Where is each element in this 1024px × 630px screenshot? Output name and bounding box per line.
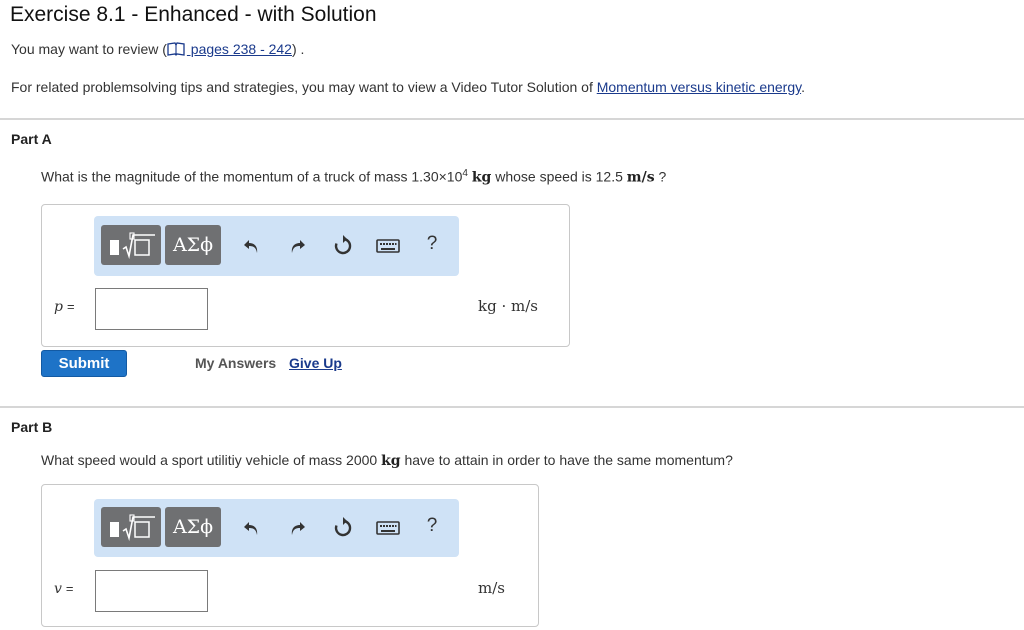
template-icon (110, 514, 155, 542)
related-line: For related problemsolving tips and stra… (11, 79, 805, 95)
divider-middle (0, 406, 1024, 408)
part-b-unit: m/s (478, 579, 505, 597)
review-line: You may want to review ( pages 238 - 242… (11, 41, 304, 57)
part-b-variable-label: v = (54, 581, 74, 597)
review-pages-link[interactable]: pages 238 - 242 (167, 41, 292, 57)
part-a-unit-kg: kg (471, 169, 492, 186)
part-b-answer-input[interactable] (95, 570, 208, 612)
review-prefix: You may want to review ( (11, 41, 167, 57)
part-b-question-text-2: have to attain in order to have the same… (400, 452, 733, 468)
part-a-templates-button[interactable] (101, 225, 161, 265)
part-a-label: Part A (11, 131, 52, 147)
part-a-unit-speed: m/s (626, 169, 655, 186)
undo-icon[interactable] (238, 232, 266, 260)
part-a-question-text: What is the magnitude of the momentum of… (41, 168, 463, 185)
part-b-variable: v (54, 581, 62, 597)
part-b-label: Part B (11, 419, 53, 435)
part-b-templates-button[interactable] (101, 507, 161, 547)
part-a-question: What is the magnitude of the momentum of… (41, 168, 666, 186)
part-a-variable-label: p = (54, 299, 75, 315)
related-suffix: . (801, 79, 805, 95)
review-suffix: ) . (291, 41, 305, 57)
part-a-help-button[interactable]: ? (422, 233, 442, 255)
keyboard-icon[interactable] (374, 232, 402, 260)
part-a-toolbar: ΑΣϕ ? (94, 216, 459, 276)
page-title: Exercise 8.1 - Enhanced - with Solution (10, 3, 377, 26)
part-a-question-text-2: whose speed is 12.5 (491, 168, 627, 185)
book-icon (167, 42, 185, 56)
give-up-link[interactable]: Give Up (289, 355, 342, 371)
video-tutor-link[interactable]: Momentum versus kinetic energy (597, 79, 801, 95)
part-b-question-text: What speed would a sport utilitiy vehicl… (41, 452, 382, 468)
undo-icon[interactable] (238, 514, 266, 542)
part-a-exponent: 4 (462, 168, 468, 179)
part-b-symbols-button[interactable]: ΑΣϕ (165, 507, 221, 547)
template-icon (110, 232, 155, 260)
part-a-answer-box: ΑΣϕ ? p = kg · m/s (41, 204, 570, 347)
part-a-answer-input[interactable] (95, 288, 208, 330)
part-a-symbols-button[interactable]: ΑΣϕ (165, 225, 221, 265)
part-b-answer-box: ΑΣϕ ? v = m/s (41, 484, 539, 627)
submit-button[interactable]: Submit (41, 350, 127, 377)
review-pages-text: pages 238 - 242 (186, 41, 292, 57)
part-a-unit: kg · m/s (478, 297, 538, 315)
redo-icon[interactable] (283, 232, 311, 260)
part-b-unit-kg: kg (381, 453, 401, 469)
divider-top (0, 118, 1024, 120)
my-answers-link[interactable]: My Answers (195, 355, 276, 371)
part-b-question: What speed would a sport utilitiy vehicl… (41, 452, 733, 469)
reset-icon[interactable] (329, 232, 357, 260)
part-a-question-text-3: ? (654, 168, 667, 185)
part-b-help-button[interactable]: ? (422, 515, 442, 537)
keyboard-icon[interactable] (374, 514, 402, 542)
reset-icon[interactable] (329, 514, 357, 542)
part-a-variable: p (54, 299, 63, 315)
redo-icon[interactable] (283, 514, 311, 542)
part-b-equals: = (65, 581, 74, 596)
related-text: For related problemsolving tips and stra… (11, 79, 597, 95)
part-a-equals: = (66, 299, 75, 314)
part-b-toolbar: ΑΣϕ ? (94, 499, 459, 557)
